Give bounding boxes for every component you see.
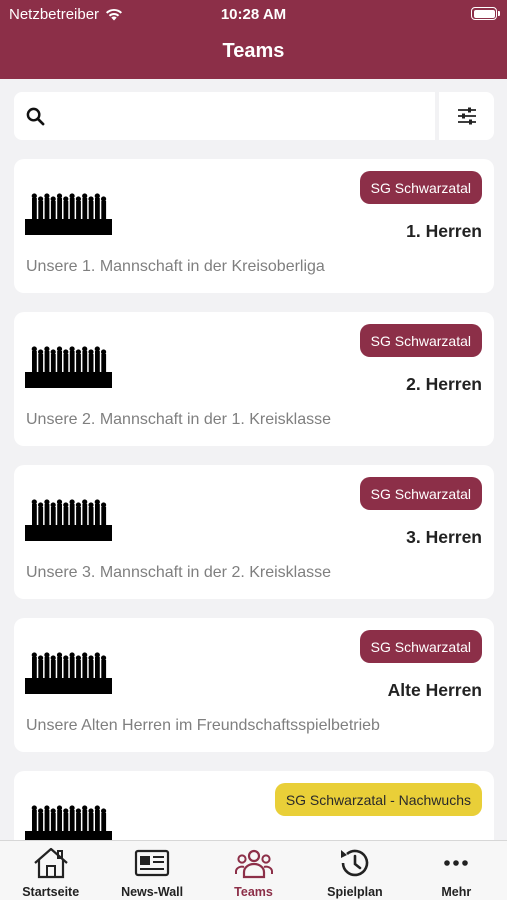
search-icon [26,107,45,125]
team-card[interactable]: SG Schwarzatal 3. Herren Unsere 3. Mannsch… [14,465,494,599]
team-name: 2. Herren [406,374,482,394]
club-badge: SG Schwarzatal [359,324,482,357]
tab-bar: Startseite News-Wall Teams Spielplan Mehr [0,840,507,900]
team-card[interactable]: SG Schwarzatal 1. Herren Unsere 1. Mannsch… [14,159,494,293]
more-dots-icon [436,846,476,883]
page-title: Teams [222,40,285,62]
team-photo [25,499,112,541]
sliders-icon [457,107,476,125]
header: Netzbetreiber 10:28 AM Teams [0,0,507,79]
tab-label: Mehr [441,885,472,899]
tab-spielplan[interactable]: Spielplan [304,841,405,900]
team-card[interactable]: SG Schwarzatal 2. Herren Unsere 2. Mannsch… [14,312,494,446]
team-name: 3. Herren [406,527,482,547]
team-card[interactable]: SG Schwarzatal - Nachwuchs [14,771,494,840]
filter-button[interactable] [439,92,494,140]
team-description: Unsere Alten Herren im Freundschaftsspie… [26,717,380,734]
team-photo [25,346,112,388]
team-card[interactable]: SG Schwarzatal Alte Herren Unsere Alten He… [14,618,494,752]
search-box[interactable] [14,92,435,140]
team-description: Unsere 1. Mannschaft in der Kreisoberlig… [26,258,325,275]
tab-startseite[interactable]: Startseite [0,841,101,900]
club-badge: SG Schwarzatal - Nachwuchs [274,783,482,816]
club-badge: SG Schwarzatal [359,477,482,510]
tab-label: Teams [234,885,273,899]
tab-label: News-Wall [121,885,184,899]
clock-history-icon [335,846,375,883]
battery-icon [471,7,500,20]
tab-news-wall[interactable]: News-Wall [101,841,202,900]
team-photo [25,805,112,840]
status-time: 10:28 AM [220,6,287,23]
status-bar: Netzbetreiber 10:28 AM [0,0,507,28]
tab-label: Spielplan [327,885,383,899]
team-photo [25,193,112,235]
team-name: 1. Herren [406,221,482,241]
team-description: Unsere 2. Mannschaft in der 1. Kreisklas… [26,411,332,428]
team-photo [25,652,112,694]
club-badge: SG Schwarzatal [359,630,482,663]
search-input[interactable] [55,92,435,140]
team-name: Alte Herren [387,680,482,700]
search-bar [14,92,494,140]
people-icon [234,846,274,883]
tab-teams[interactable]: Teams [203,841,304,900]
team-list: SG Schwarzatal 1. Herren Unsere 1. Mannsch… [14,159,494,840]
tab-mehr[interactable]: Mehr [406,841,507,900]
newspaper-icon [132,846,172,883]
club-badge: SG Schwarzatal [359,171,482,204]
tab-label: Startseite [22,885,80,899]
home-icon [31,846,71,883]
team-description: Unsere 3. Mannschaft in der 2. Kreisklas… [26,564,332,581]
